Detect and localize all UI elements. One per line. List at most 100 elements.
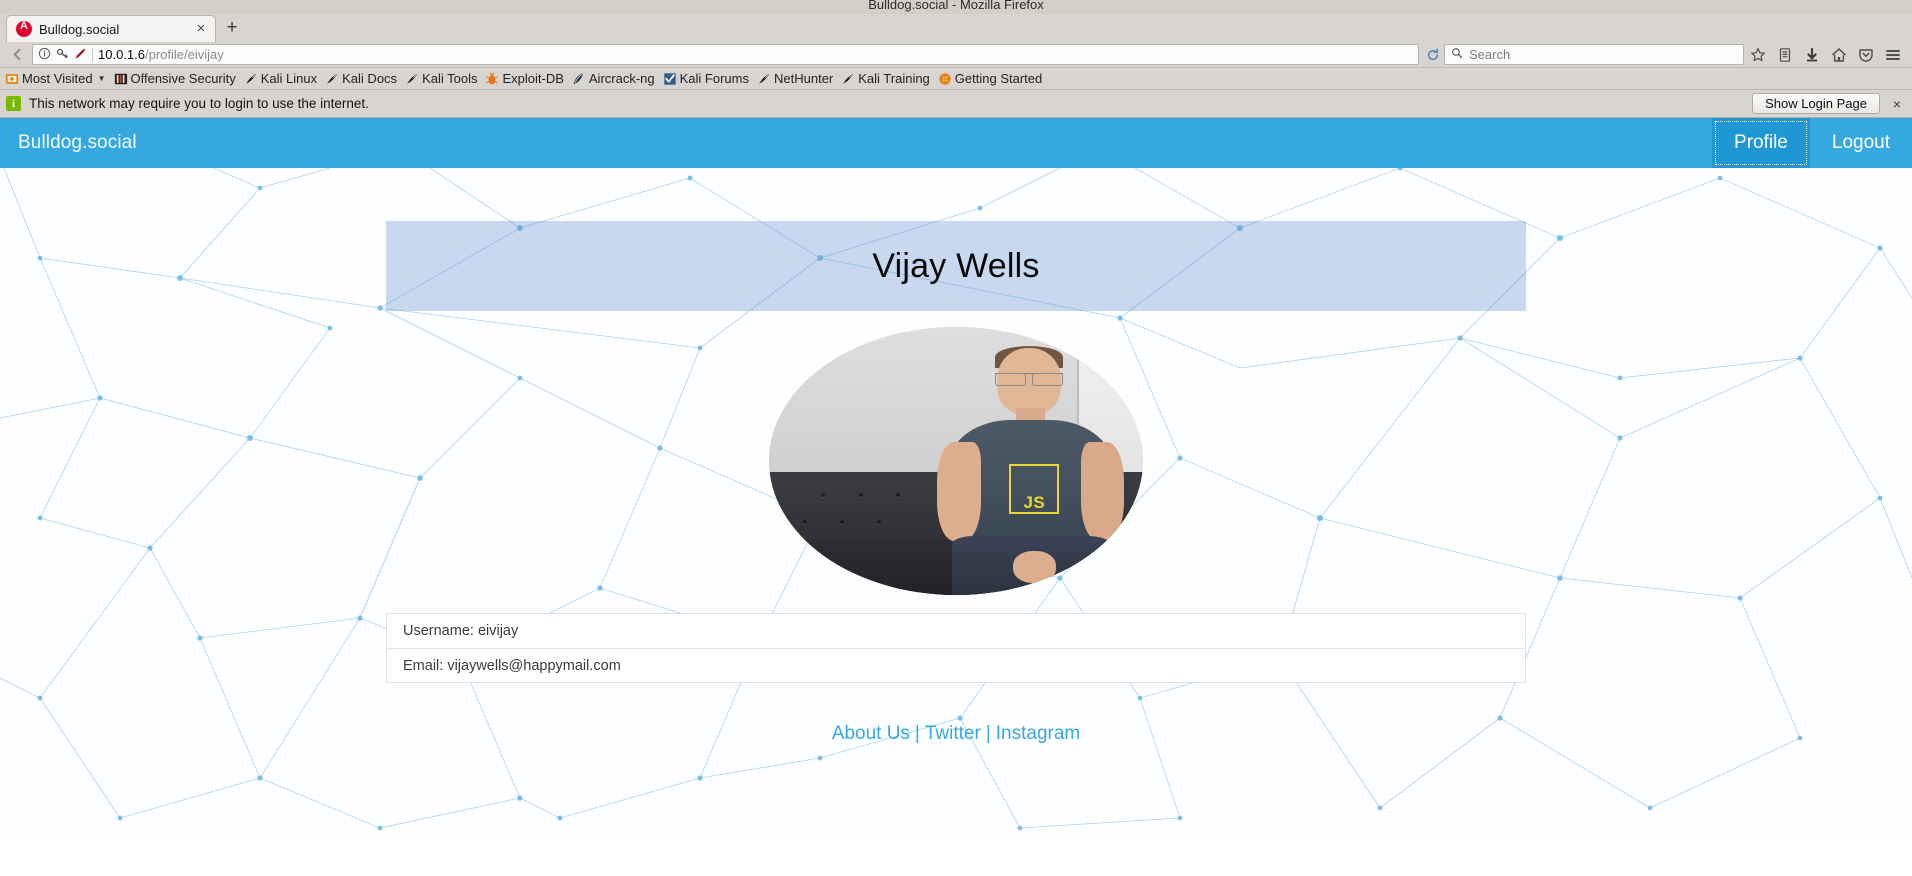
close-icon[interactable]: × <box>1888 96 1906 112</box>
tab-strip: Bulldog.social × + <box>0 14 1912 42</box>
exploit-db-icon <box>485 72 499 86</box>
info-badge-icon: i <box>6 96 21 111</box>
footer-link-instagram[interactable]: Instagram <box>996 723 1080 744</box>
photo-couch-tuft <box>802 519 807 524</box>
search-bar[interactable]: Search <box>1444 44 1744 65</box>
bookmark-label: Kali Training <box>858 71 930 86</box>
window-title: Bulldog.social - Mozilla Firefox <box>868 0 1044 12</box>
aircrack-ng-icon <box>572 72 586 86</box>
search-input-placeholder[interactable]: Search <box>1469 47 1510 62</box>
url-path: /profile/eivijay <box>145 47 224 62</box>
footer-separator: | <box>914 723 920 744</box>
photo-couch-tuft <box>858 493 863 498</box>
new-tab-button[interactable]: + <box>216 15 248 42</box>
angular-icon <box>16 20 32 37</box>
js-logo-text: JS <box>1023 492 1046 512</box>
downloads-icon[interactable] <box>1798 44 1825 66</box>
bookmark-offensive-security[interactable]: Offensive Security <box>111 70 241 87</box>
bookmark-kali-training[interactable]: Kali Training <box>838 70 935 87</box>
url-text: 10.0.1.6/profile/eivijay <box>98 47 1416 62</box>
page-content: Vijay Wells JS Username: eivijay Email: … <box>386 221 1526 745</box>
most-visited-icon <box>5 72 19 86</box>
photo-person: JS <box>937 345 1125 595</box>
tab-title: Bulldog.social <box>39 21 120 37</box>
brand-logo[interactable]: Bulldog.social <box>0 118 137 168</box>
bookmark-kali-docs[interactable]: Kali Docs <box>322 70 402 87</box>
bookmark-label: Kali Linux <box>260 71 318 86</box>
notification-bar: i This network may require you to login … <box>0 90 1912 118</box>
reload-icon[interactable] <box>1422 44 1444 65</box>
footer-link-about-us[interactable]: About Us <box>832 723 910 744</box>
nav-item-profile[interactable]: Profile <box>1712 118 1810 168</box>
photo-left-arm <box>937 442 981 541</box>
kali-dragon-icon <box>757 72 771 86</box>
bookmark-kali-linux[interactable]: Kali Linux <box>241 70 322 87</box>
glasses-icon <box>994 373 1064 386</box>
notification-message: This network may require you to login to… <box>29 96 369 111</box>
js-logo-icon: JS <box>1009 464 1060 514</box>
profile-info-panel: Username: eivijay Email: vijaywells@happ… <box>386 613 1526 683</box>
bookmark-nethunter[interactable]: NetHunter <box>754 70 838 87</box>
bookmark-label: Exploit-DB <box>502 71 564 86</box>
bookmark-label: Most Visited <box>22 71 93 86</box>
navbar-spacer <box>137 118 1712 168</box>
window-titlebar: Bulldog.social - Mozilla Firefox <box>0 0 1912 14</box>
noscript-icon[interactable] <box>74 47 87 63</box>
navigation-toolbar: 10.0.1.6/profile/eivijay Search <box>0 42 1912 68</box>
bookmark-label: Getting Started <box>954 71 1043 86</box>
bookmark-star-icon[interactable] <box>1744 44 1771 66</box>
avatar-container: JS <box>386 327 1526 595</box>
page-title: Vijay Wells <box>872 246 1040 285</box>
library-icon[interactable] <box>1771 44 1798 66</box>
pocket-icon[interactable] <box>1852 44 1879 66</box>
footer-separator: | <box>985 723 991 744</box>
kali-dragon-icon <box>325 72 339 86</box>
bookmark-label: Offensive Security <box>130 71 236 86</box>
bookmark-label: Kali Docs <box>342 71 398 86</box>
profile-username-row: Username: eivijay <box>403 623 519 639</box>
bookmark-exploit-db[interactable]: Exploit-DB <box>482 70 568 87</box>
page-viewport: Bulldog.social Profile Logout Vijay Well… <box>0 118 1912 837</box>
kali-dragon-icon <box>244 72 258 86</box>
bookmark-label: Kali Tools <box>422 71 478 86</box>
bookmark-kali-tools[interactable]: Kali Tools <box>402 70 482 87</box>
url-host: 10.0.1.6 <box>98 47 145 62</box>
nav-item-logout[interactable]: Logout <box>1810 118 1912 168</box>
url-bar[interactable]: 10.0.1.6/profile/eivijay <box>32 44 1419 65</box>
key-icon[interactable] <box>56 47 69 63</box>
chevron-down-icon[interactable]: ▼ <box>98 74 106 83</box>
bookmark-label: NetHunter <box>774 71 834 86</box>
bookmark-getting-started[interactable]: Getting Started <box>935 70 1047 87</box>
photo-couch-tuft <box>840 519 845 524</box>
app-navbar: Bulldog.social Profile Logout <box>0 118 1912 168</box>
bookmarks-toolbar: Most Visited ▼ Offensive Security Kali L… <box>0 68 1912 90</box>
avatar: JS <box>769 327 1143 595</box>
kali-dragon-icon <box>841 72 855 86</box>
kali-forums-icon <box>663 72 677 86</box>
close-icon[interactable]: × <box>193 21 209 37</box>
photo-right-arm <box>1081 442 1125 541</box>
bookmark-label: Aircrack-ng <box>588 71 655 86</box>
photo-hands <box>1012 550 1056 583</box>
profile-email-row: Email: vijaywells@happymail.com <box>387 648 1525 682</box>
kali-dragon-icon <box>405 72 419 86</box>
bookmark-label: Kali Forums <box>679 71 749 86</box>
menu-hamburger-icon[interactable] <box>1879 44 1906 66</box>
offensive-security-icon <box>114 72 128 86</box>
bookmark-aircrack-ng[interactable]: Aircrack-ng <box>569 70 660 87</box>
footer-links: About Us | Twitter | Instagram <box>386 723 1526 745</box>
show-login-page-button[interactable]: Show Login Page <box>1752 93 1880 114</box>
browser-tab[interactable]: Bulldog.social × <box>6 15 216 42</box>
back-arrow-icon[interactable] <box>6 44 28 66</box>
toolbar-icon-group <box>1744 44 1906 66</box>
bookmark-kali-forums[interactable]: Kali Forums <box>660 70 754 87</box>
info-icon[interactable] <box>38 47 51 63</box>
footer-link-twitter[interactable]: Twitter <box>925 723 981 744</box>
home-icon[interactable] <box>1825 44 1852 66</box>
bookmark-most-visited[interactable]: Most Visited ▼ <box>2 70 111 87</box>
url-divider <box>92 47 93 62</box>
profile-name-banner: Vijay Wells <box>386 221 1526 311</box>
firefox-browser-window: Bulldog.social - Mozilla Firefox Bulldog… <box>0 0 1912 876</box>
search-icon <box>1451 46 1463 64</box>
getting-started-icon <box>938 72 952 86</box>
